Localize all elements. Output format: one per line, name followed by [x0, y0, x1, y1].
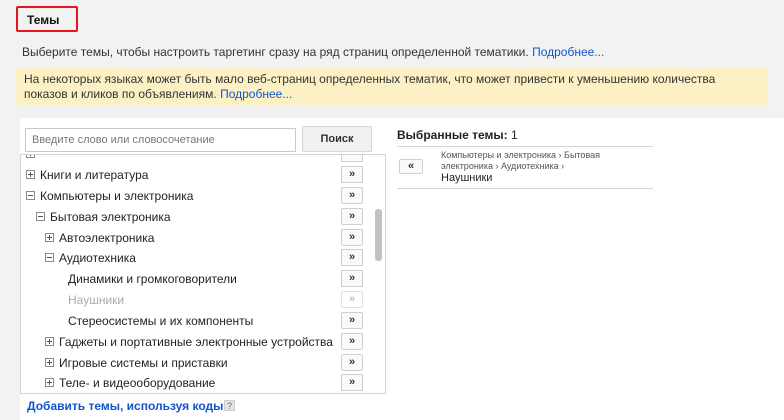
warning-more-link[interactable]: Подробнее... [220, 87, 292, 101]
tree-row: Динамики и громкоговорители » [21, 269, 371, 289]
tree-row: Стереосистемы и их компоненты » [21, 311, 371, 331]
tree-row: Аудиотехника » [21, 248, 371, 268]
remove-topic-button[interactable]: « [399, 159, 423, 174]
tree-scrollbar[interactable] [373, 155, 385, 393]
tree-row-selected: Наушники » [21, 290, 371, 310]
add-topic-button[interactable]: » [341, 249, 363, 266]
title-highlight-box: Темы [16, 6, 78, 32]
add-topic-button[interactable]: » [341, 333, 363, 350]
tree-row: Игровые системы и приставки » [21, 353, 371, 373]
expand-icon[interactable] [45, 358, 54, 367]
topic-tree: » Книги и литература » Компьютеры и элек… [20, 154, 386, 394]
selected-topic-name: Наушники [441, 172, 493, 184]
language-warning: На некоторых языках может быть мало веб-… [16, 67, 768, 105]
tree-row-label[interactable]: Стереосистемы и их компоненты [68, 314, 253, 328]
tree-row-label[interactable]: Компьютеры и электроника [40, 189, 193, 203]
intro-description: Выберите темы, чтобы настроить таргетинг… [22, 45, 529, 59]
warning-text: На некоторых языках может быть мало веб-… [24, 72, 716, 101]
collapse-icon[interactable] [26, 191, 35, 200]
divider [397, 188, 653, 189]
add-by-codes-link[interactable]: Добавить темы, используя коды [27, 399, 223, 413]
divider [397, 146, 653, 147]
selected-topics-count: 1 [510, 128, 518, 142]
tree-row-label[interactable]: Автоэлектроника [59, 231, 154, 245]
add-topic-button[interactable]: » [341, 208, 363, 225]
add-topic-button[interactable]: » [341, 374, 363, 391]
tree-row: Теле- и видеооборудование » [21, 373, 371, 393]
collapse-icon[interactable] [36, 212, 45, 221]
add-topic-button[interactable]: » [341, 270, 363, 287]
tree-row: Компьютеры и электроника » [21, 186, 371, 206]
add-topic-button[interactable]: » [341, 155, 363, 162]
tree-row: Гаджеты и портативные электронные устрой… [21, 332, 371, 352]
selected-topics-header: Выбранные темы: 1 [397, 128, 518, 142]
add-topic-button[interactable]: » [341, 312, 363, 329]
collapse-icon[interactable] [45, 253, 54, 262]
intro-more-link[interactable]: Подробнее... [532, 45, 604, 59]
expand-icon[interactable] [45, 378, 54, 387]
add-topic-button-disabled: » [341, 291, 363, 308]
expand-icon[interactable] [45, 233, 54, 242]
search-button[interactable]: Поиск [302, 126, 372, 152]
tree-row-label[interactable]: Теле- и видеооборудование [59, 376, 215, 390]
tree-row-label: Наушники [68, 293, 125, 307]
intro-text: Выберите темы, чтобы настроить таргетинг… [22, 45, 604, 59]
tree-row: Книги и литература » [21, 165, 371, 185]
scroll-thumb[interactable] [375, 209, 382, 261]
tree-row-cut: » [21, 155, 371, 164]
header: Темы [0, 0, 784, 40]
selected-topics-title: Выбранные темы: [397, 128, 508, 142]
tree-row-label[interactable]: Аудиотехника [59, 251, 136, 265]
page-title: Темы [27, 13, 60, 27]
tree-row: Бытовая электроника » [21, 207, 371, 227]
add-topic-button[interactable]: » [341, 166, 363, 183]
add-topic-button[interactable]: » [341, 229, 363, 246]
add-topic-button[interactable]: » [341, 187, 363, 204]
expand-icon[interactable] [26, 170, 35, 179]
help-icon[interactable]: ? [224, 400, 235, 411]
selected-topic-path: Компьютеры и электроника › Бытовая элект… [441, 150, 600, 171]
topics-panel: Поиск » Книги и литература » Компьютеры … [20, 118, 784, 420]
add-topic-button[interactable]: » [341, 354, 363, 371]
tree-row-label[interactable]: Динамики и громкоговорители [68, 272, 237, 286]
expand-icon[interactable] [26, 155, 35, 158]
search-input[interactable] [25, 128, 296, 152]
expand-icon[interactable] [45, 337, 54, 346]
tree-row-label[interactable]: Гаджеты и портативные электронные устрой… [59, 335, 333, 349]
tree-row-label[interactable]: Книги и литература [40, 168, 148, 182]
tree-row-label[interactable]: Игровые системы и приставки [59, 356, 228, 370]
tree-row: Автоэлектроника » [21, 228, 371, 248]
tree-row-label[interactable]: Бытовая электроника [50, 210, 171, 224]
